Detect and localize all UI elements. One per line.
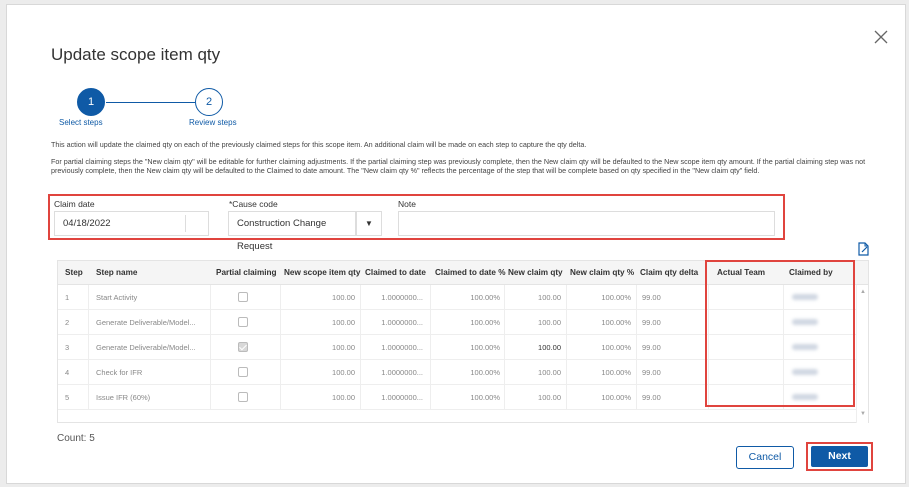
cause-code-dropdown-button[interactable]: ▼	[356, 211, 382, 236]
claim-date-value: 04/18/2022	[63, 218, 111, 229]
cell-new-claim-qty[interactable]: 100.00	[504, 285, 561, 310]
cell-claimed-to-date: 1.0000000...	[381, 343, 423, 352]
row-count: Count: 5	[57, 433, 95, 444]
cell-new-claim-qty[interactable]: 100.00	[504, 360, 561, 385]
cell-step: 3	[65, 343, 70, 352]
partial-claiming-checkbox[interactable]	[238, 292, 248, 302]
cell-claimed-pct: 100.00%	[470, 293, 500, 302]
cell-claim-qty-delta: 99.00	[642, 393, 661, 402]
cell-new-scope-qty: 100.00	[332, 293, 355, 302]
cancel-button[interactable]: Cancel	[736, 446, 794, 469]
cell-step-name: Start Activity	[96, 293, 138, 302]
cell-claim-qty-delta: 99.00	[642, 343, 661, 352]
col-new-claim-qty[interactable]: New claim qty	[508, 261, 563, 285]
cell-new-scope-qty: 100.00	[332, 393, 355, 402]
step-2-label[interactable]: Review steps	[189, 118, 237, 127]
dialog-title: Update scope item qty	[51, 45, 221, 64]
partial-claiming-checkbox[interactable]	[238, 367, 248, 377]
cell-new-claim-qty[interactable]: 100.00	[504, 385, 561, 410]
cell-claimed-pct: 100.00%	[470, 393, 500, 402]
next-highlight-box: Next	[806, 442, 873, 471]
cell-step-name: Generate Deliverable/Model...	[96, 318, 196, 327]
partial-claiming-checkbox[interactable]	[238, 342, 248, 352]
col-claimed-to-date-pct[interactable]: Claimed to date %	[435, 261, 506, 285]
step-1-label[interactable]: Select steps	[59, 118, 103, 127]
partial-claiming-checkbox[interactable]	[238, 317, 248, 327]
claim-date-field[interactable]: 04/18/2022	[54, 211, 209, 236]
cell-claimed-to-date: 1.0000000...	[381, 318, 423, 327]
cell-claim-qty-delta: 99.00	[642, 293, 661, 302]
cell-step: 4	[65, 368, 70, 377]
cell-new-claim-qty[interactable]: 100.00	[504, 310, 561, 335]
cause-code-select[interactable]: Construction Change Request	[228, 211, 356, 252]
cell-new-scope-qty: 100.00	[332, 343, 355, 352]
cell-new-claim-pct: 100.00%	[601, 368, 631, 377]
close-icon[interactable]	[870, 26, 892, 48]
col-new-scope-item-qty[interactable]: New scope item qty	[284, 261, 360, 285]
step-1-indicator[interactable]: 1	[77, 88, 105, 116]
col-partial-claiming[interactable]: Partial claiming	[216, 261, 277, 285]
step-2-indicator[interactable]: 2	[195, 88, 223, 116]
col-step[interactable]: Step	[65, 261, 83, 285]
cell-step-name: Generate Deliverable/Model...	[96, 343, 196, 352]
cell-claimed-pct: 100.00%	[470, 368, 500, 377]
cell-new-claim-pct: 100.00%	[601, 318, 631, 327]
note-input[interactable]	[398, 211, 775, 236]
claim-date-label: Claim date	[54, 199, 95, 209]
scroll-down-icon[interactable]: ▼	[860, 411, 866, 417]
columns-highlight-box	[705, 260, 855, 407]
field-divider	[185, 215, 186, 232]
stepper-connector	[106, 102, 195, 103]
cell-step: 1	[65, 293, 70, 302]
scroll-up-icon[interactable]: ▲	[860, 289, 866, 295]
cell-step-name: Issue IFR (60%)	[96, 393, 151, 402]
note-label: Note	[398, 199, 416, 209]
cell-new-claim-qty[interactable]: 100.00	[504, 335, 561, 360]
col-new-claim-qty-pct[interactable]: New claim qty %	[570, 261, 634, 285]
col-claimed-to-date[interactable]: Claimed to date	[365, 261, 426, 285]
chevron-down-icon: ▼	[365, 219, 373, 228]
cell-new-claim-pct: 100.00%	[601, 293, 631, 302]
partial-claiming-checkbox[interactable]	[238, 392, 248, 402]
col-step-name[interactable]: Step name	[96, 261, 137, 285]
cell-new-scope-qty: 100.00	[332, 318, 355, 327]
cause-code-label: *Cause code	[229, 199, 278, 209]
cell-claimed-pct: 100.00%	[470, 318, 500, 327]
cell-claimed-to-date: 1.0000000...	[381, 368, 423, 377]
cell-step: 5	[65, 393, 70, 402]
info-text-1: This action will update the claimed qty …	[51, 140, 587, 149]
export-icon[interactable]	[857, 242, 871, 256]
info-text-2: For partial claiming steps the "New clai…	[51, 157, 866, 175]
cell-claim-qty-delta: 99.00	[642, 318, 661, 327]
cell-claimed-pct: 100.00%	[470, 343, 500, 352]
cell-step-name: Check for IFR	[96, 368, 143, 377]
col-claim-qty-delta[interactable]: Claim qty delta	[640, 261, 698, 285]
next-button[interactable]: Next	[811, 446, 868, 467]
cell-new-claim-pct: 100.00%	[601, 393, 631, 402]
stepper: 1 2 Select steps Review steps	[46, 86, 246, 127]
cell-claimed-to-date: 1.0000000...	[381, 393, 423, 402]
cell-new-scope-qty: 100.00	[332, 368, 355, 377]
cell-step: 2	[65, 318, 70, 327]
cell-claim-qty-delta: 99.00	[642, 368, 661, 377]
cell-claimed-to-date: 1.0000000...	[381, 293, 423, 302]
cell-new-claim-pct: 100.00%	[601, 343, 631, 352]
table-scrollbar[interactable]: ▲ ▼	[856, 285, 868, 423]
